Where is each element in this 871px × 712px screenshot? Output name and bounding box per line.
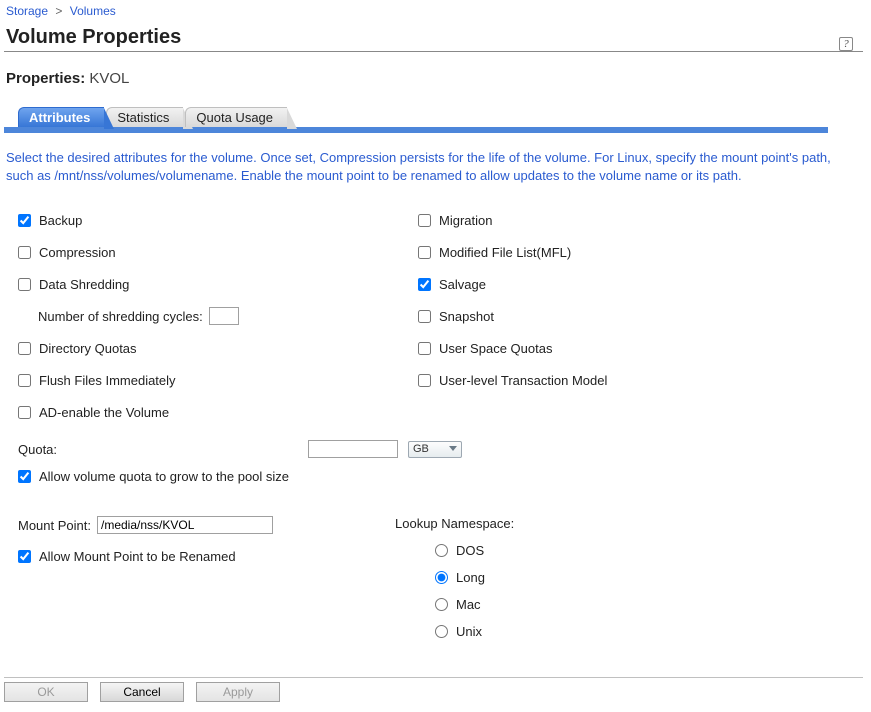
backup-label: Backup (39, 213, 82, 228)
page-title: Volume Properties (6, 26, 181, 49)
tab-statistics-label: Statistics (117, 110, 169, 125)
properties-value: KVOL (89, 70, 129, 87)
lookup-namespace-title: Lookup Namespace: (395, 516, 514, 531)
user-space-quotas-checkbox[interactable] (418, 342, 431, 355)
tab-attributes-label: Attributes (29, 110, 90, 125)
compression-checkbox[interactable] (18, 246, 31, 259)
tab-attributes[interactable]: Attributes (18, 107, 104, 127)
apply-button[interactable]: Apply (196, 682, 280, 702)
quota-label: Quota: (18, 442, 308, 457)
user-tx-checkbox[interactable] (418, 374, 431, 387)
properties-line: Properties: KVOL (6, 70, 863, 87)
lookup-long-radio[interactable] (435, 571, 448, 584)
allow-mount-rename-checkbox[interactable] (18, 550, 31, 563)
salvage-label: Salvage (439, 277, 486, 292)
intro-text: Select the desired attributes for the vo… (6, 149, 850, 184)
tab-strip: Attributes Statistics Quota Usage (4, 107, 863, 127)
title-divider (4, 51, 863, 52)
lookup-dos-label: DOS (456, 543, 484, 558)
properties-label: Properties: (6, 70, 85, 87)
breadcrumb-sep-icon: > (51, 4, 66, 18)
ad-enable-checkbox[interactable] (18, 406, 31, 419)
mfl-label: Modified File List(MFL) (439, 245, 571, 260)
directory-quotas-label: Directory Quotas (39, 341, 137, 356)
breadcrumb-storage[interactable]: Storage (6, 4, 48, 18)
shred-cycles-input[interactable] (209, 307, 239, 325)
data-shredding-checkbox[interactable] (18, 278, 31, 291)
tab-underline (4, 127, 828, 133)
flush-files-checkbox[interactable] (18, 374, 31, 387)
salvage-checkbox[interactable] (418, 278, 431, 291)
lookup-unix-radio[interactable] (435, 625, 448, 638)
compression-label: Compression (39, 245, 116, 260)
ok-button[interactable]: OK (4, 682, 88, 702)
tab-quota-usage-label: Quota Usage (196, 110, 273, 125)
lookup-unix-label: Unix (456, 624, 482, 639)
allow-mount-rename-label: Allow Mount Point to be Renamed (39, 549, 236, 564)
tab-statistics[interactable]: Statistics (106, 107, 183, 127)
quota-input[interactable] (308, 440, 398, 458)
backup-checkbox[interactable] (18, 214, 31, 227)
lookup-long-label: Long (456, 570, 485, 585)
lookup-mac-radio[interactable] (435, 598, 448, 611)
mount-point-input[interactable] (97, 516, 273, 534)
ad-enable-label: AD-enable the Volume (39, 405, 169, 420)
shred-cycles-label: Number of shredding cycles: (38, 309, 203, 324)
mount-point-label: Mount Point: (18, 518, 91, 533)
breadcrumb-volumes[interactable]: Volumes (70, 4, 116, 18)
lookup-dos-radio[interactable] (435, 544, 448, 557)
migration-label: Migration (439, 213, 492, 228)
quota-unit-select[interactable]: GB (408, 441, 462, 458)
breadcrumb: Storage > Volumes (4, 4, 863, 24)
allow-quota-grow-checkbox[interactable] (18, 470, 31, 483)
mfl-checkbox[interactable] (418, 246, 431, 259)
snapshot-checkbox[interactable] (418, 310, 431, 323)
migration-checkbox[interactable] (418, 214, 431, 227)
flush-files-label: Flush Files Immediately (39, 373, 176, 388)
lookup-mac-label: Mac (456, 597, 481, 612)
help-icon[interactable]: ? (839, 37, 853, 51)
tab-quota-usage[interactable]: Quota Usage (185, 107, 287, 127)
data-shredding-label: Data Shredding (39, 277, 129, 292)
allow-quota-grow-label: Allow volume quota to grow to the pool s… (39, 469, 289, 484)
user-space-quotas-label: User Space Quotas (439, 341, 552, 356)
user-tx-label: User-level Transaction Model (439, 373, 607, 388)
snapshot-label: Snapshot (439, 309, 494, 324)
button-bar: OK Cancel Apply (4, 677, 863, 702)
directory-quotas-checkbox[interactable] (18, 342, 31, 355)
cancel-button[interactable]: Cancel (100, 682, 184, 702)
